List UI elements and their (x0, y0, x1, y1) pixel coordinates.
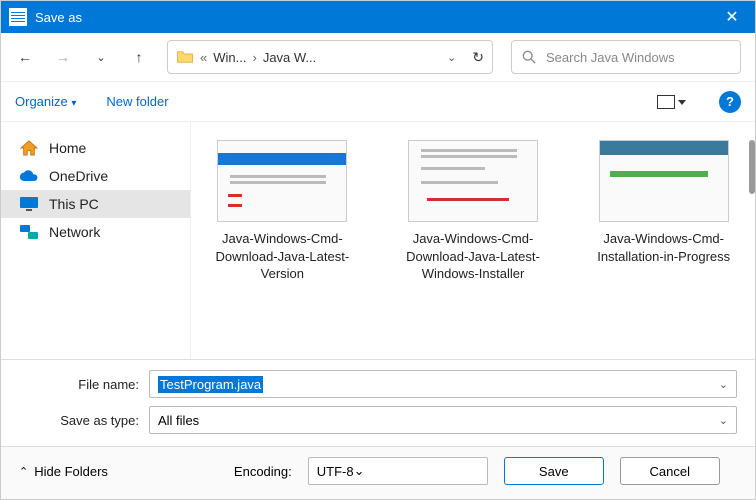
nav-forward-button[interactable]: → (53, 49, 73, 65)
encoding-select[interactable]: UTF-8 ⌄ (308, 457, 488, 485)
cloud-icon (19, 168, 39, 184)
scrollbar[interactable] (749, 140, 755, 194)
close-button[interactable]: ✕ (709, 1, 755, 33)
sidebar-item-label: This PC (49, 196, 99, 212)
window-title: Save as (35, 10, 82, 25)
new-folder-button[interactable]: New folder (106, 94, 168, 109)
footer: ⌃ Hide Folders Encoding: UTF-8 ⌄ Save Ca… (1, 446, 755, 499)
sidebar-item-this-pc[interactable]: This PC (1, 190, 190, 218)
save-type-label: Save as type: (19, 413, 149, 428)
chevron-right-icon: › (252, 50, 256, 65)
file-name-input[interactable]: TestProgram.java ⌄ (149, 370, 737, 398)
address-dropdown-button[interactable]: ⌄ (447, 51, 456, 64)
file-item[interactable]: Java-Windows-Cmd-Installation-in-Progres… (582, 140, 745, 265)
file-item[interactable]: Java-Windows-Cmd-Download-Java-Latest-Ve… (201, 140, 364, 283)
file-name: Java-Windows-Cmd-Download-Java-Latest-Wi… (392, 230, 555, 283)
titlebar: Save as ✕ (1, 1, 755, 33)
form-area: File name: TestProgram.java ⌄ Save as ty… (1, 359, 755, 446)
app-icon (9, 8, 27, 26)
file-name-label: File name: (19, 377, 149, 392)
hide-folders-button[interactable]: ⌃ Hide Folders (19, 464, 108, 479)
organize-button[interactable]: Organize ▾ (15, 94, 76, 109)
file-thumbnail (599, 140, 729, 222)
nav-back-button[interactable]: ← (15, 49, 35, 65)
cancel-button[interactable]: Cancel (620, 457, 720, 485)
file-thumbnail (408, 140, 538, 222)
file-thumbnail (217, 140, 347, 222)
sidebar-item-label: OneDrive (49, 168, 108, 184)
file-item[interactable]: Java-Windows-Cmd-Download-Java-Latest-Wi… (392, 140, 555, 283)
chevron-down-icon: ▾ (71, 98, 76, 109)
help-button[interactable]: ? (719, 91, 741, 113)
sidebar-item-network[interactable]: Network (1, 218, 190, 246)
nav-recent-button[interactable]: ⌄ (91, 51, 111, 64)
network-icon (19, 224, 39, 240)
save-type-value: All files (158, 413, 199, 428)
file-list: Java-Windows-Cmd-Download-Java-Latest-Ve… (191, 122, 755, 359)
refresh-button[interactable]: ↻ (472, 49, 484, 66)
home-icon (19, 140, 39, 156)
sidebar: Home OneDrive This PC Network (1, 122, 191, 359)
search-icon (522, 50, 536, 64)
chevron-down-icon[interactable]: ⌄ (719, 378, 728, 391)
monitor-icon (19, 196, 39, 212)
search-placeholder: Search Java Windows (546, 50, 675, 65)
sidebar-item-onedrive[interactable]: OneDrive (1, 162, 190, 190)
encoding-label: Encoding: (234, 464, 292, 479)
sidebar-item-home[interactable]: Home (1, 134, 190, 162)
nav-up-button[interactable]: ↑ (129, 49, 149, 65)
file-name-value: TestProgram.java (158, 376, 263, 393)
chevron-up-icon: ⌃ (19, 465, 28, 478)
breadcrumb-1[interactable]: Win... (213, 50, 246, 65)
breadcrumb-2[interactable]: Java W... (263, 50, 316, 65)
save-type-select[interactable]: All files ⌄ (149, 406, 737, 434)
chevron-down-icon[interactable]: ⌄ (719, 414, 728, 427)
file-name: Java-Windows-Cmd-Installation-in-Progres… (582, 230, 745, 265)
chevron-down-icon[interactable]: ⌄ (354, 463, 365, 479)
toolbar: Organize ▾ New folder ? (1, 81, 755, 121)
address-bar[interactable]: « Win... › Java W... ⌄ ↻ (167, 40, 493, 74)
folder-icon (176, 50, 194, 64)
encoding-value: UTF-8 (317, 464, 354, 479)
search-input[interactable]: Search Java Windows (511, 40, 741, 74)
sidebar-item-label: Home (49, 140, 86, 156)
chevron-icon: « (200, 50, 207, 65)
main-body: Home OneDrive This PC Network Java-Windo… (1, 121, 755, 359)
save-button[interactable]: Save (504, 457, 604, 485)
nav-row: ← → ⌄ ↑ « Win... › Java W... ⌄ ↻ Search … (1, 33, 755, 81)
file-name: Java-Windows-Cmd-Download-Java-Latest-Ve… (201, 230, 364, 283)
sidebar-item-label: Network (49, 224, 100, 240)
view-options-button[interactable] (657, 95, 675, 109)
